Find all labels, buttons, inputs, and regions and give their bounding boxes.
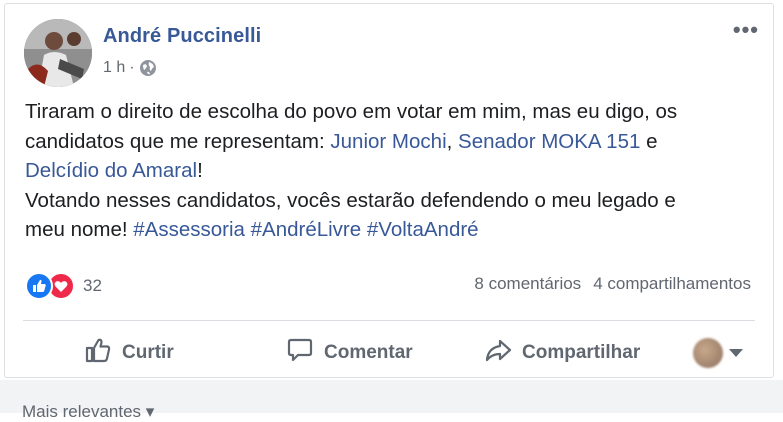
comments-sort-dropdown[interactable]: Mais relevantes ▾ — [22, 402, 154, 422]
comment-icon — [285, 335, 315, 371]
mention-delcidio-do-amaral[interactable]: Delcídio do Amaral — [25, 159, 197, 182]
user-avatar — [693, 338, 723, 368]
post-line-4: Votando nesses candidatos, vocês estarão… — [25, 188, 676, 212]
hashtag-assessoria[interactable]: #Assessoria — [133, 218, 245, 241]
mention-junior-mochi[interactable]: Junior Mochi — [330, 130, 446, 153]
reaction-as-selector[interactable] — [693, 337, 743, 369]
like-label: Curtir — [122, 342, 174, 363]
post-line-3: Delcídio do Amaral! — [25, 159, 203, 182]
meta-separator: · — [129, 59, 135, 76]
like-button[interactable]: Curtir — [83, 329, 174, 377]
action-bar: Curtir Comentar Compartilhar — [5, 329, 773, 377]
share-label: Compartilhar — [522, 342, 641, 363]
post-line-1: Tiraram o direito de escolha do povo em … — [25, 100, 678, 123]
like-icon — [25, 272, 53, 300]
hashtag-volta-andre[interactable]: #VoltaAndré — [367, 218, 479, 241]
actions-divider — [23, 320, 755, 321]
comment-label: Comentar — [324, 342, 413, 363]
share-arrow-icon — [483, 335, 513, 371]
post-time[interactable]: 1 h — [103, 59, 125, 77]
author-avatar[interactable] — [24, 19, 92, 87]
shares-count[interactable]: 4 compartilhamentos — [593, 274, 751, 294]
comments-count[interactable]: 8 comentários — [474, 274, 581, 294]
globe-icon[interactable] — [139, 59, 157, 77]
comment-button[interactable]: Comentar — [285, 329, 413, 377]
post-card: André Puccinelli 1 h · ••• Tiraram o dir… — [4, 3, 774, 378]
author-name[interactable]: André Puccinelli — [103, 25, 261, 48]
engagement-counts: 8 comentários 4 compartilhamentos — [474, 274, 751, 294]
thumbs-up-icon — [83, 335, 113, 371]
post-line-5: meu nome! #Assessoria #AndréLivre #Volta… — [25, 218, 479, 241]
more-options-button[interactable]: ••• — [733, 19, 759, 41]
share-button[interactable]: Compartilhar — [483, 329, 640, 377]
caret-down-icon — [729, 349, 743, 357]
post-text: Tiraram o direito de escolha do povo em … — [25, 97, 760, 245]
post-line-2: candidatos que me representam: Junior Mo… — [25, 129, 658, 153]
hashtag-andre-livre[interactable]: #AndréLivre — [251, 218, 362, 241]
mention-senador-moka[interactable]: Senador MOKA 151 — [458, 130, 640, 153]
reactions-summary[interactable]: 32 — [25, 272, 102, 300]
post-meta: 1 h · — [103, 59, 157, 77]
reaction-count: 32 — [83, 276, 102, 295]
